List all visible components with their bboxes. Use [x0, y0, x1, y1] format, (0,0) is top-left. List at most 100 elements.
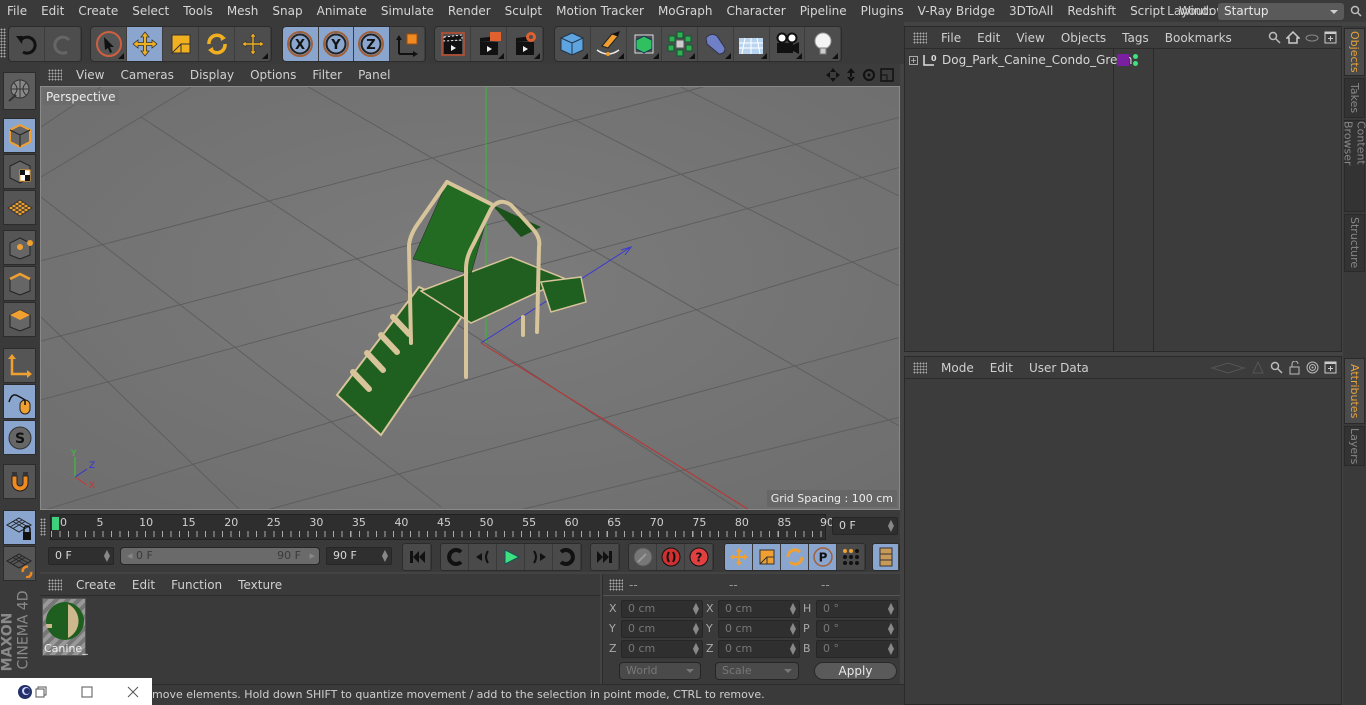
- tab-takes[interactable]: Takes: [1344, 78, 1365, 118]
- material-menu-texture[interactable]: Texture: [230, 578, 290, 592]
- add-floor-button[interactable]: [734, 27, 770, 61]
- viewport-menu-options[interactable]: Options: [242, 68, 304, 82]
- edges-mode-button[interactable]: [3, 266, 36, 301]
- position-field[interactable]: 0 cm ▲ ▼: [621, 600, 703, 618]
- viewport-menu-display[interactable]: Display: [182, 68, 242, 82]
- add-spline-pen-button[interactable]: [591, 27, 627, 61]
- rotation-field[interactable]: 0 ° ▲ ▼: [816, 640, 898, 658]
- viewport-menu-cameras[interactable]: Cameras: [112, 68, 181, 82]
- undo-button[interactable]: [9, 27, 45, 61]
- up-arrow-icon[interactable]: [1251, 361, 1265, 374]
- record-keys-button[interactable]: [629, 544, 657, 570]
- viewport-menu-view[interactable]: View: [68, 68, 112, 82]
- rotate-tool-button[interactable]: [199, 27, 235, 61]
- close-icon[interactable]: [127, 686, 139, 698]
- z-axis-lock-button[interactable]: Z: [354, 27, 390, 61]
- coordinate-system-button[interactable]: [390, 27, 425, 61]
- material-grip[interactable]: [48, 578, 62, 591]
- key-parameter-button[interactable]: P: [809, 544, 837, 570]
- rotation-field[interactable]: 0 ° ▲ ▼: [816, 600, 898, 618]
- tab-attributes[interactable]: Attributes: [1344, 358, 1365, 424]
- next-frame-button[interactable]: [525, 544, 553, 570]
- object-row[interactable]: + 0 Dog_Park_Canine_Condo_Green: [905, 50, 1341, 70]
- play-button[interactable]: [497, 544, 525, 570]
- render-settings-button[interactable]: [507, 27, 543, 61]
- material-swatch[interactable]: Canine_: [42, 598, 88, 656]
- render-picture-viewer-button[interactable]: [471, 27, 507, 61]
- solo-mode-button[interactable]: S: [3, 420, 36, 455]
- tweak-mode-button[interactable]: [3, 384, 36, 419]
- add-subdivision-button[interactable]: [627, 27, 663, 61]
- material-menu-edit[interactable]: Edit: [124, 578, 163, 592]
- object-menu-objects[interactable]: Objects: [1053, 31, 1114, 45]
- timeline-ruler[interactable]: 0 5 10 15 20 25 30 35 40 45 50 55 60 65 70 75 80 85 90: [50, 514, 834, 540]
- points-mode-button[interactable]: [3, 230, 36, 265]
- menu-mograph[interactable]: MoGraph: [651, 4, 720, 18]
- apply-button[interactable]: Apply: [814, 662, 897, 680]
- menu-tools[interactable]: Tools: [176, 4, 220, 18]
- object-name[interactable]: Dog_Park_Canine_Condo_Green: [942, 53, 1132, 67]
- end-frame-field[interactable]: 90 F ▲ ▼: [326, 547, 392, 565]
- add-cube-button[interactable]: [555, 27, 591, 61]
- rotate-view-icon[interactable]: [862, 68, 876, 82]
- add-cloner-button[interactable]: [662, 27, 698, 61]
- lock-icon[interactable]: [1288, 360, 1301, 375]
- menu-redshift[interactable]: Redshift: [1060, 4, 1123, 18]
- editor-visibility-dot[interactable]: [1133, 54, 1138, 59]
- open-timeline-button[interactable]: [873, 544, 899, 570]
- goto-end-button[interactable]: [591, 544, 619, 570]
- playhead[interactable]: [52, 517, 59, 530]
- y-axis-lock-button[interactable]: Y: [318, 27, 354, 61]
- menu-simulate[interactable]: Simulate: [374, 4, 441, 18]
- menu-create[interactable]: Create: [71, 4, 125, 18]
- maximize-icon[interactable]: [81, 686, 93, 698]
- add-deformer-button[interactable]: [698, 27, 734, 61]
- key-rotation-button[interactable]: [781, 544, 809, 570]
- attributes-grip[interactable]: [913, 361, 927, 374]
- search-icon[interactable]: [1268, 31, 1281, 44]
- make-editable-button[interactable]: [3, 72, 36, 110]
- keyframe-selection-button[interactable]: ?: [685, 544, 713, 570]
- render-view-button[interactable]: [435, 27, 471, 61]
- viewport-menu-filter[interactable]: Filter: [304, 68, 350, 82]
- workplane-mode-button[interactable]: [3, 190, 36, 225]
- size-mode-select[interactable]: Scale: [715, 662, 799, 680]
- search-icon[interactable]: [1350, 5, 1362, 17]
- polygons-mode-button[interactable]: [3, 302, 36, 337]
- redo-button[interactable]: [45, 27, 81, 61]
- menu-animate[interactable]: Animate: [310, 4, 374, 18]
- render-visibility-dot[interactable]: [1133, 61, 1138, 66]
- scale-tool-button[interactable]: [163, 27, 199, 61]
- new-panel-icon[interactable]: [1324, 31, 1337, 44]
- start-frame-field[interactable]: 0 F ▲ ▼: [48, 547, 114, 565]
- menu-edit[interactable]: Edit: [34, 4, 71, 18]
- layout-dropdown[interactable]: Startup: [1218, 2, 1344, 20]
- target-icon[interactable]: [1306, 361, 1319, 374]
- menu-vray-bridge[interactable]: V-Ray Bridge: [911, 4, 1002, 18]
- menu-sculpt[interactable]: Sculpt: [498, 4, 549, 18]
- next-keyframe-button[interactable]: [553, 544, 581, 570]
- material-menu-create[interactable]: Create: [68, 578, 124, 592]
- coordinate-space-select[interactable]: World: [619, 662, 701, 680]
- home-icon[interactable]: [1286, 31, 1300, 44]
- material-tag[interactable]: [1117, 54, 1129, 66]
- viewport-menu-panel[interactable]: Panel: [350, 68, 398, 82]
- menu-plugins[interactable]: Plugins: [854, 4, 911, 18]
- tab-objects[interactable]: Objects: [1344, 28, 1365, 76]
- eye-icon[interactable]: [1305, 31, 1319, 44]
- tab-layers[interactable]: Layers: [1344, 426, 1365, 466]
- current-frame-field[interactable]: 0 F ▲ ▼: [832, 517, 898, 535]
- toolbar-grip[interactable]: [0, 28, 6, 58]
- object-menu-bookmarks[interactable]: Bookmarks: [1157, 31, 1240, 45]
- size-field[interactable]: 0 cm ▲ ▼: [718, 620, 800, 638]
- viewport-grip[interactable]: [48, 69, 62, 81]
- timeline-grip[interactable]: [40, 518, 46, 536]
- menu-render[interactable]: Render: [441, 4, 498, 18]
- menu-snap[interactable]: Snap: [265, 4, 309, 18]
- position-field[interactable]: 0 cm ▲ ▼: [621, 640, 703, 658]
- texture-mode-button[interactable]: [3, 154, 36, 189]
- size-field[interactable]: 0 cm ▲ ▼: [718, 640, 800, 658]
- size-field[interactable]: 0 cm ▲ ▼: [718, 600, 800, 618]
- back-arrow-icon[interactable]: [1210, 361, 1246, 374]
- menu-mesh[interactable]: Mesh: [220, 4, 266, 18]
